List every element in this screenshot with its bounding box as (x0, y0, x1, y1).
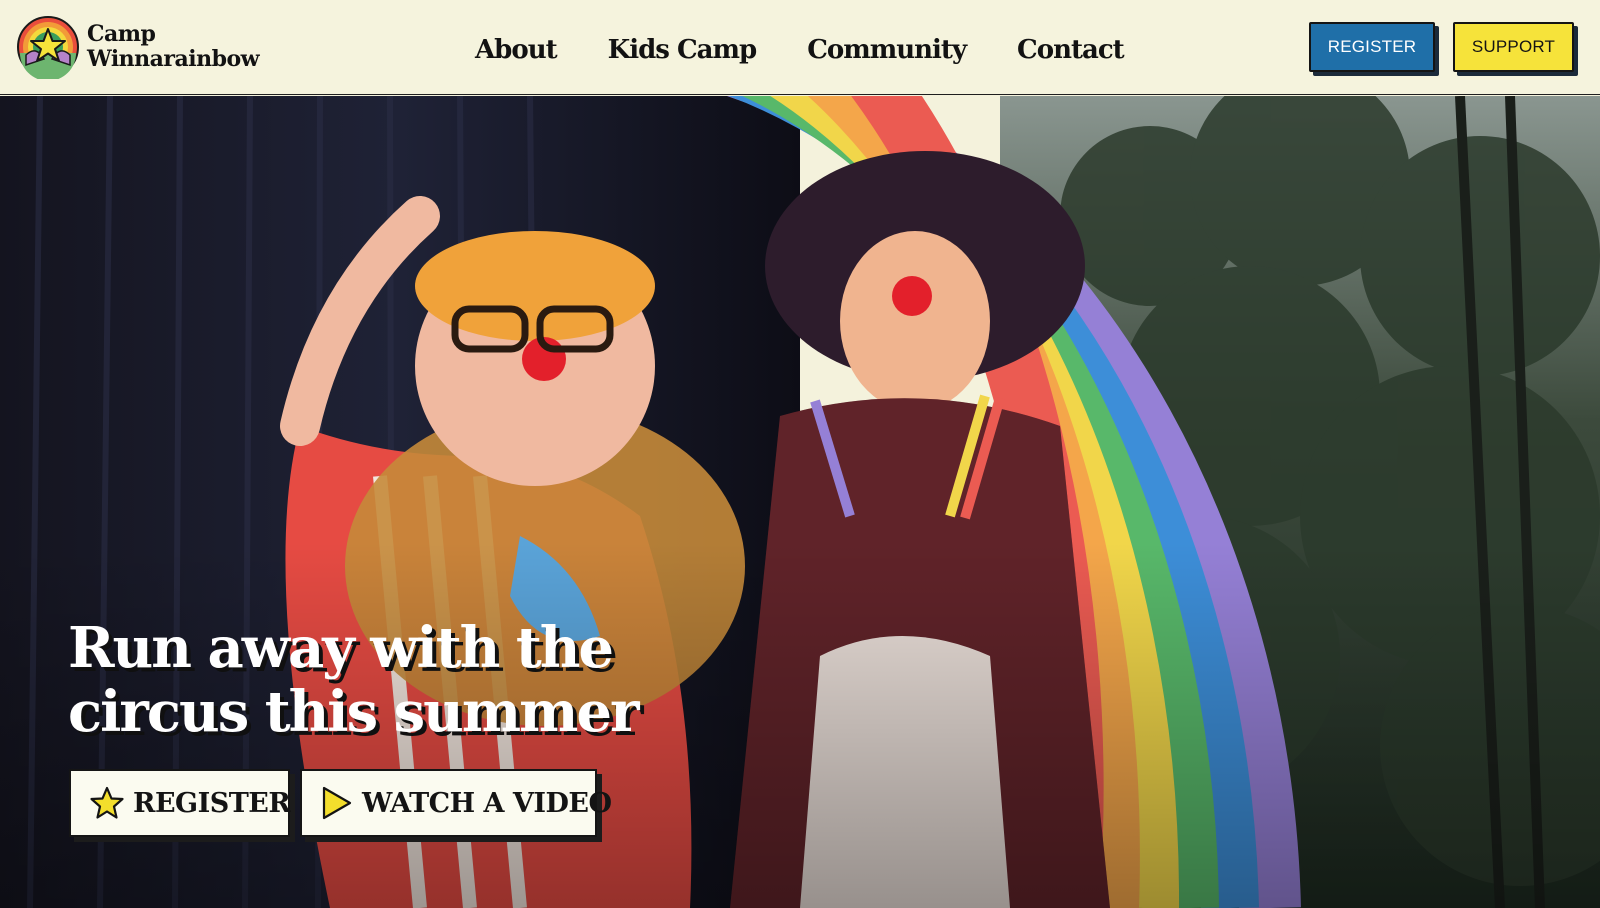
nav-item-contact[interactable]: Contact (1017, 30, 1125, 70)
hero-headline: Run away with the circus this summer (68, 615, 639, 745)
play-icon (322, 786, 352, 820)
site-header: Camp Winnarainbow About Kids Camp Commun… (0, 0, 1600, 95)
nav-item-community[interactable]: Community (807, 30, 967, 70)
nav-item-kids-camp[interactable]: Kids Camp (608, 30, 758, 70)
header-support-button[interactable]: SUPPORT (1453, 22, 1574, 72)
brand-name-line1: Camp (87, 21, 156, 47)
hero-section: Run away with the circus this summer REG… (0, 96, 1600, 908)
header-register-button[interactable]: REGISTER (1309, 22, 1435, 72)
main-nav: About Kids Camp Community Contact (475, 30, 1125, 70)
brand-name: Camp Winnarainbow (87, 21, 260, 72)
nav-item-about[interactable]: About (475, 30, 558, 70)
hero-register-label: REGISTER (133, 787, 291, 819)
rainbow-star-logo-icon (17, 16, 79, 79)
brand-name-line2: Winnarainbow (87, 46, 260, 72)
home-logo-link[interactable]: Camp Winnarainbow (16, 15, 260, 79)
watch-video-button[interactable]: WATCH A VIDEO (300, 769, 612, 837)
hero-register-button[interactable]: REGISTER (69, 769, 291, 837)
star-icon (90, 786, 124, 819)
watch-video-label: WATCH A VIDEO (362, 787, 612, 819)
